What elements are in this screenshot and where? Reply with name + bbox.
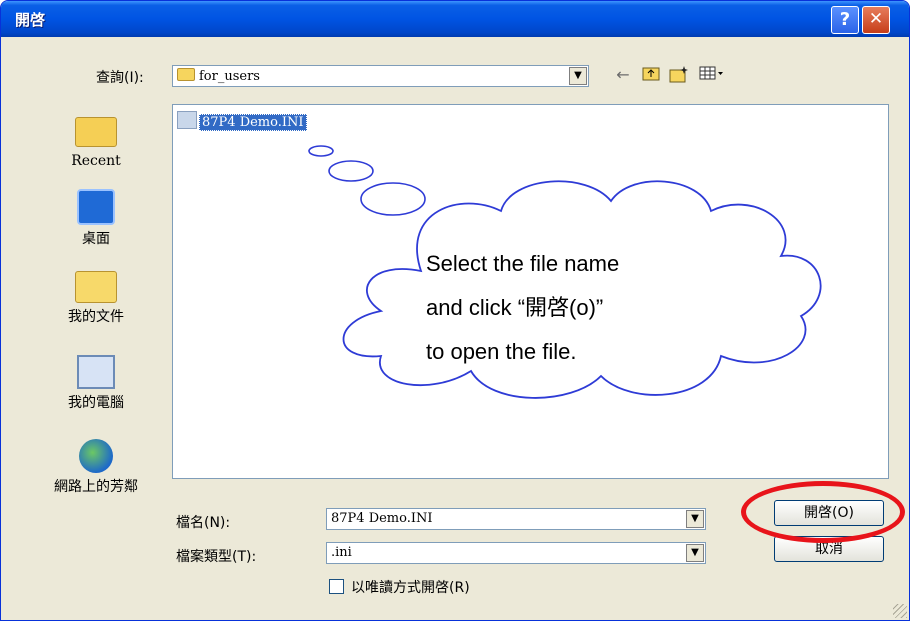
chevron-down-icon[interactable]: ▼ — [686, 544, 704, 562]
callout-line3: to open the file. — [426, 339, 577, 364]
filename-value: 87P4 Demo.INI — [331, 511, 433, 526]
list-item[interactable]: 87P4 Demo.INI — [177, 111, 307, 131]
open-file-dialog: 開啓 ? ✕ 查詢(I): for_users ▼ ← Recent 桌面 我的… — [0, 0, 910, 621]
back-arrow-icon[interactable]: ← — [613, 65, 633, 85]
place-my-documents[interactable]: 我的文件 — [41, 271, 151, 326]
file-name: 87P4 Demo.INI — [199, 114, 307, 131]
readonly-checkbox[interactable] — [329, 579, 344, 594]
look-in-label: 查詢(I): — [96, 70, 144, 86]
filetype-value: .ini — [331, 545, 352, 560]
close-button[interactable]: ✕ — [862, 6, 890, 34]
resize-grip-icon[interactable] — [893, 604, 907, 618]
look-in-value: for_users — [199, 69, 260, 84]
readonly-label: 以唯讀方式開啓(R) — [351, 580, 470, 596]
place-network[interactable]: 網路上的芳鄰 — [41, 439, 151, 496]
place-label: Recent — [71, 153, 121, 169]
callout-text: Select the file name and click “開啓(o)” t… — [426, 242, 726, 374]
up-folder-icon[interactable] — [641, 65, 661, 85]
my-documents-icon — [75, 271, 117, 303]
filetype-label: 檔案類型(T): — [176, 549, 257, 565]
place-label: 我的電腦 — [68, 395, 124, 411]
place-label: 我的文件 — [68, 309, 124, 325]
chevron-down-icon[interactable]: ▼ — [569, 67, 587, 85]
folder-icon — [177, 68, 195, 81]
new-folder-icon[interactable] — [669, 65, 689, 85]
title-bar[interactable]: 開啓 ? ✕ — [1, 1, 909, 37]
window-title: 開啓 — [15, 11, 46, 29]
place-label: 桌面 — [82, 231, 110, 247]
place-recent[interactable]: Recent — [41, 109, 151, 169]
recent-folder-icon — [75, 117, 117, 147]
filename-label: 檔名(N): — [176, 515, 231, 531]
filename-input[interactable]: 87P4 Demo.INI ▼ — [326, 508, 706, 530]
ini-file-icon — [177, 111, 197, 129]
view-menu-icon[interactable] — [699, 65, 725, 85]
look-in-dropdown[interactable]: for_users ▼ — [172, 65, 589, 87]
desktop-icon — [77, 189, 115, 225]
network-places-icon — [79, 439, 113, 473]
highlight-ellipse — [741, 481, 905, 543]
place-label: 網路上的芳鄰 — [54, 479, 138, 495]
callout-line2: and click “開啓(o)” — [426, 295, 604, 320]
place-my-computer[interactable]: 我的電腦 — [41, 355, 151, 412]
chevron-down-icon[interactable]: ▼ — [686, 510, 704, 528]
my-computer-icon — [77, 355, 115, 389]
help-button[interactable]: ? — [831, 6, 859, 34]
callout-line1: Select the file name — [426, 251, 620, 276]
filetype-dropdown[interactable]: .ini ▼ — [326, 542, 706, 564]
place-desktop[interactable]: 桌面 — [41, 189, 151, 248]
